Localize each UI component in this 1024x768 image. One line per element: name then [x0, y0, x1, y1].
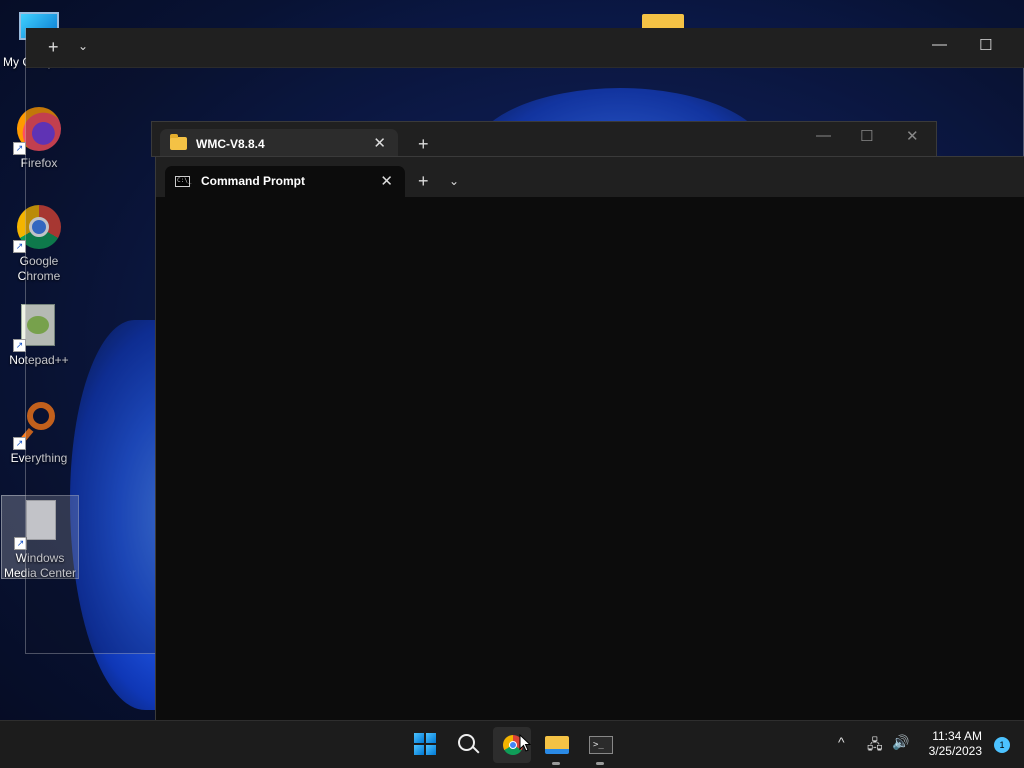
minimize-button[interactable]: — — [816, 127, 831, 144]
volume-icon[interactable]: 🔊 — [892, 734, 909, 751]
search-icon-handle — [472, 746, 480, 754]
maximize-button[interactable]: ☐ — [979, 36, 992, 54]
close-button[interactable]: ✕ — [906, 127, 919, 145]
network-icon[interactable]: 🖧 — [867, 734, 883, 758]
new-tab-button[interactable]: + — [48, 37, 59, 58]
close-tab-button[interactable]: ✕ — [380, 172, 393, 190]
tab-dropdown-button[interactable]: ⌄ — [449, 174, 459, 188]
terminal-icon: >_ — [589, 736, 613, 754]
terminal-output-area[interactable] — [156, 197, 1024, 720]
close-tab-button[interactable]: ✕ — [373, 134, 386, 152]
desktop-folder-wmc[interactable] — [642, 12, 684, 30]
maximize-button[interactable]: ☐ — [860, 127, 873, 145]
terminal-window-back[interactable]: + ⌄ — ☐ — [26, 28, 1024, 68]
tab-wmc-folder[interactable]: WMC-V8.8.4 ✕ — [160, 129, 398, 158]
taskbar-terminal[interactable]: >_ — [581, 727, 619, 765]
tab-title: Command Prompt — [201, 174, 306, 188]
folder-icon — [170, 134, 187, 150]
taskbar: >_ ^ 🖧 🔊 11:34 AM 3/25/2023 1 — [0, 720, 1024, 768]
terminal-titlebar[interactable]: C:\_ Command Prompt ✕ + ⌄ — [156, 157, 1024, 197]
notification-badge[interactable]: 1 — [994, 737, 1010, 753]
clock-date: 3/25/2023 — [928, 744, 982, 758]
folder-icon — [545, 736, 569, 754]
command-prompt-window[interactable]: C:\_ Command Prompt ✕ + ⌄ — [155, 156, 1024, 720]
new-tab-button[interactable]: + — [418, 134, 429, 155]
mouse-cursor-icon — [519, 734, 531, 752]
clock[interactable]: 11:34 AM 3/25/2023 — [929, 729, 982, 759]
windows-logo-icon — [414, 733, 436, 755]
tab-command-prompt[interactable]: C:\_ Command Prompt ✕ — [165, 166, 405, 197]
tab-title: WMC-V8.8.4 — [196, 137, 265, 151]
running-indicator — [596, 762, 604, 765]
chrome-icon-center — [509, 741, 517, 749]
new-tab-button[interactable]: + — [418, 171, 429, 192]
tab-dropdown-button[interactable]: ⌄ — [78, 39, 88, 53]
show-hidden-icons-button[interactable]: ^ — [838, 734, 845, 750]
explorer-window[interactable]: WMC-V8.8.4 ✕ + — ☐ ✕ — [151, 121, 937, 158]
start-button[interactable] — [405, 727, 443, 763]
clock-time: 11:34 AM — [932, 729, 982, 743]
running-indicator — [552, 762, 560, 765]
cmd-icon: C:\_ — [175, 176, 191, 187]
minimize-button[interactable]: — — [932, 36, 947, 53]
taskbar-file-explorer[interactable] — [537, 727, 575, 765]
search-button[interactable] — [449, 727, 487, 763]
